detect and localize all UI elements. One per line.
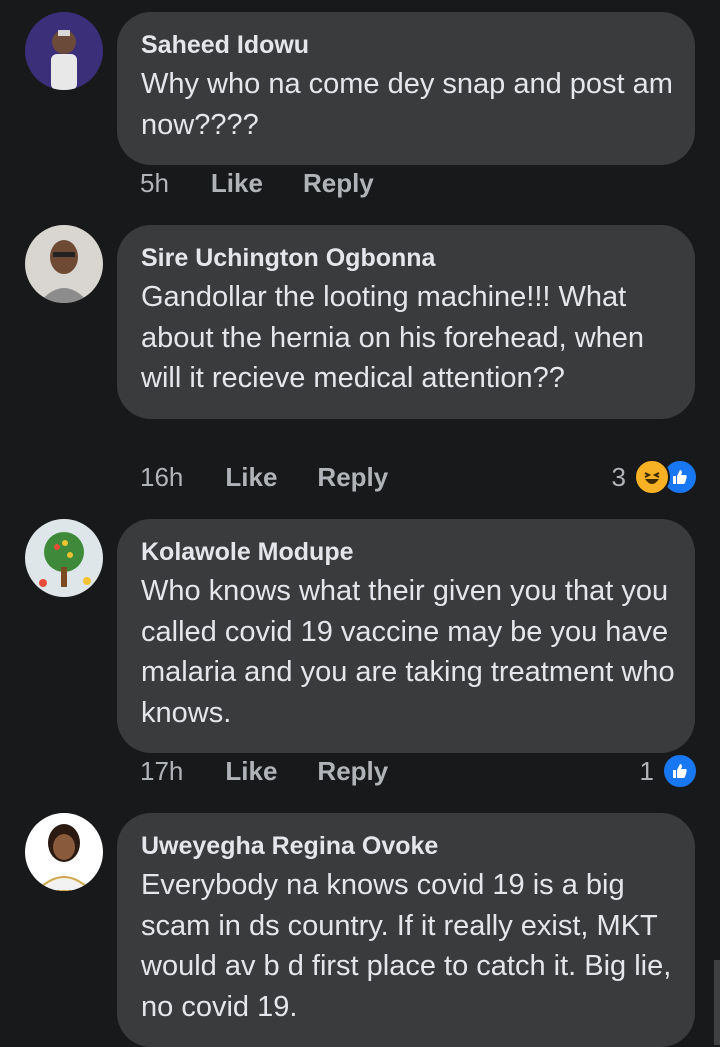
comment-bubble: Sire Uchington Ogbonna Gandollar the loo… [117,225,695,419]
reaction-summary[interactable]: 1 [640,751,698,791]
avatar[interactable] [25,12,103,90]
commenter-name[interactable]: Uweyegha Regina Ovoke [141,831,671,861]
avatar[interactable] [25,225,103,303]
comment-text: Everybody na knows covid 19 is a big sca… [141,869,672,1023]
comment-timestamp[interactable]: 16h [140,462,183,493]
reaction-summary[interactable]: 3 [612,457,698,497]
like-button[interactable]: Like [211,168,263,199]
comment-text: Gandollar the looting machine!!! What ab… [141,281,645,394]
like-button[interactable]: Like [225,462,277,493]
comment-actions: 16h Like Reply [140,457,388,497]
reply-button[interactable]: Reply [317,756,388,787]
comment-text: Why who na come dey snap and post am now… [141,68,673,141]
avatar[interactable] [25,519,103,597]
reply-button[interactable]: Reply [317,462,388,493]
commenter-name[interactable]: Kolawole Modupe [141,537,671,567]
commenter-name[interactable]: Saheed Idowu [141,30,671,60]
comment-actions: 17h Like Reply [140,751,388,791]
reply-button[interactable]: Reply [303,168,374,199]
comment-bubble: Uweyegha Regina Ovoke Everybody na knows… [117,813,695,1047]
comment-bubble: Saheed Idowu Why who na come dey snap an… [117,12,695,165]
commenter-name[interactable]: Sire Uchington Ogbonna [141,243,671,273]
avatar[interactable] [25,813,103,891]
like-icon [662,753,698,789]
scrollbar[interactable] [714,960,720,1045]
comment-bubble: Kolawole Modupe Who knows what their giv… [117,519,695,753]
comment-actions: 5h Like Reply [140,163,374,203]
comment-timestamp[interactable]: 5h [140,168,169,199]
comment-text: Who knows what their given you that you … [141,575,675,729]
comment-timestamp[interactable]: 17h [140,756,183,787]
reaction-count: 3 [611,461,626,492]
like-button[interactable]: Like [225,756,277,787]
reaction-count: 1 [639,755,654,786]
haha-icon [634,459,670,495]
